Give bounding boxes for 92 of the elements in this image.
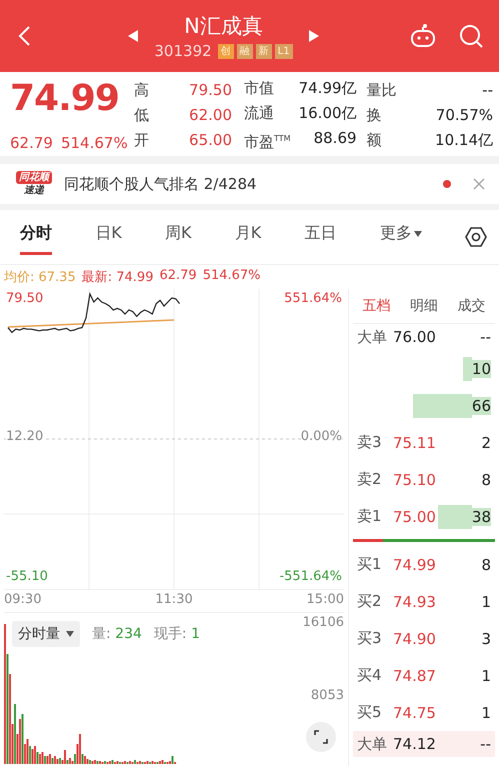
- order-quantity: 2: [481, 434, 491, 452]
- stock-name: N汇成真: [184, 13, 263, 40]
- metric-value: --: [481, 80, 493, 100]
- stat-value: 79.50: [188, 80, 232, 100]
- stat-value: 65.00: [188, 130, 232, 150]
- order-label: 卖1: [357, 507, 383, 526]
- current-price: 74.99: [10, 78, 120, 120]
- order-label: 大单: [357, 734, 388, 754]
- price-change: 62.79: [10, 134, 53, 152]
- order-quantity: 8: [481, 470, 491, 488]
- time-label: 11:30: [155, 592, 193, 609]
- search-icon[interactable]: [457, 22, 485, 50]
- metric-label: 流通: [244, 102, 275, 124]
- order-price: 74.90: [393, 630, 437, 648]
- next-icon[interactable]: [306, 29, 321, 43]
- stock-code: 301392: [154, 42, 212, 60]
- order-quantity: --: [479, 734, 491, 755]
- order-label: 卖3: [357, 433, 383, 452]
- stock-tag: 融: [236, 44, 253, 58]
- order-quantity: 1: [481, 592, 491, 610]
- volume-selector[interactable]: 分时量: [12, 621, 80, 647]
- order-tab[interactable]: 成交: [453, 295, 490, 317]
- order-label: 买2: [357, 592, 383, 611]
- order-price: 75.10: [393, 470, 437, 488]
- order-label: 大单: [357, 328, 388, 346]
- quantity-bar: [438, 504, 472, 528]
- metric-value: 74.99亿: [298, 78, 357, 98]
- metric-label: 市值: [244, 78, 275, 98]
- chart-tab[interactable]: 分时: [20, 219, 52, 255]
- order-price: 74.87: [393, 666, 437, 684]
- order-price: 76.00: [393, 328, 437, 346]
- price-change: 62.79: [159, 268, 197, 285]
- time-label: 09:30: [4, 592, 42, 609]
- average-price: 均价: 67.35: [4, 269, 76, 286]
- hand-text: 现手: 1: [154, 625, 200, 643]
- order-price: 75.11: [393, 434, 437, 452]
- quantity-bar: [412, 394, 472, 418]
- stock-tag: L1: [274, 44, 293, 58]
- close-icon[interactable]: [473, 178, 485, 190]
- order-price: 74.93: [393, 592, 437, 610]
- news-text[interactable]: 同花顺个股人气排名 2/4284: [64, 174, 431, 194]
- order-price: 75.00: [393, 508, 437, 526]
- stock-tag: 创: [218, 44, 234, 58]
- order-tab[interactable]: 明细: [406, 295, 442, 317]
- order-quantity: 38: [472, 508, 491, 526]
- news-logo: 同花顺 速递: [16, 171, 52, 197]
- order-label: 买3: [357, 629, 383, 648]
- order-label: 买1: [357, 555, 383, 574]
- order-quantity: 1: [481, 666, 491, 684]
- order-quantity: --: [479, 327, 491, 348]
- order-price: 74.12: [393, 735, 437, 753]
- order-quantity: 3: [481, 630, 491, 648]
- order-quantity: 1: [481, 704, 491, 722]
- latest-price: 最新: 74.99: [82, 269, 154, 286]
- metric-label: 额: [366, 130, 383, 150]
- stock-tag: 新: [256, 44, 272, 58]
- fullscreen-button[interactable]: [306, 722, 336, 752]
- chart-tab[interactable]: 日K: [95, 219, 122, 255]
- metric-label: 量比: [366, 80, 397, 100]
- percent-change: 514.67%: [202, 268, 261, 285]
- caret-icon: [66, 631, 74, 637]
- metric-label: 换: [366, 104, 383, 126]
- order-quantity: 66: [472, 396, 491, 414]
- metric-value: 88.69: [312, 128, 357, 148]
- metric-value: 70.57%: [434, 104, 493, 126]
- stat-label: 高: [134, 80, 150, 100]
- chart-tab[interactable]: 月K: [234, 219, 262, 255]
- metric-label: 市盈$^{TTM}$: [244, 132, 291, 152]
- chart-tab[interactable]: 周K: [165, 219, 192, 255]
- metric-value: 16.00亿: [298, 102, 357, 124]
- order-quantity: 8: [481, 556, 491, 574]
- order-label: 买4: [357, 666, 383, 685]
- order-quantity: 10: [472, 360, 491, 378]
- robot-icon[interactable]: [409, 22, 437, 50]
- stat-value: 62.00: [188, 104, 232, 126]
- order-price: 74.75: [393, 704, 437, 722]
- order-tab[interactable]: 五档: [358, 295, 395, 317]
- fullscreen-icon: [314, 730, 328, 744]
- stat-label: 低: [134, 104, 150, 126]
- quantity-bar: [462, 356, 472, 380]
- order-label: 买5: [357, 703, 383, 722]
- volume-text: 量: 234: [92, 625, 142, 643]
- chart-tab[interactable]: 更多: [380, 219, 422, 255]
- percent-change: 514.67%: [60, 134, 128, 152]
- previous-icon[interactable]: [126, 29, 140, 43]
- chart-tab[interactable]: 五日: [304, 219, 336, 255]
- settings-icon[interactable]: [465, 226, 487, 248]
- metric-value: 10.14亿: [434, 130, 493, 150]
- order-label: 卖2: [357, 470, 383, 489]
- stat-label: 开: [134, 130, 150, 150]
- order-price: 74.99: [393, 556, 437, 574]
- time-label: 15:00: [306, 592, 344, 609]
